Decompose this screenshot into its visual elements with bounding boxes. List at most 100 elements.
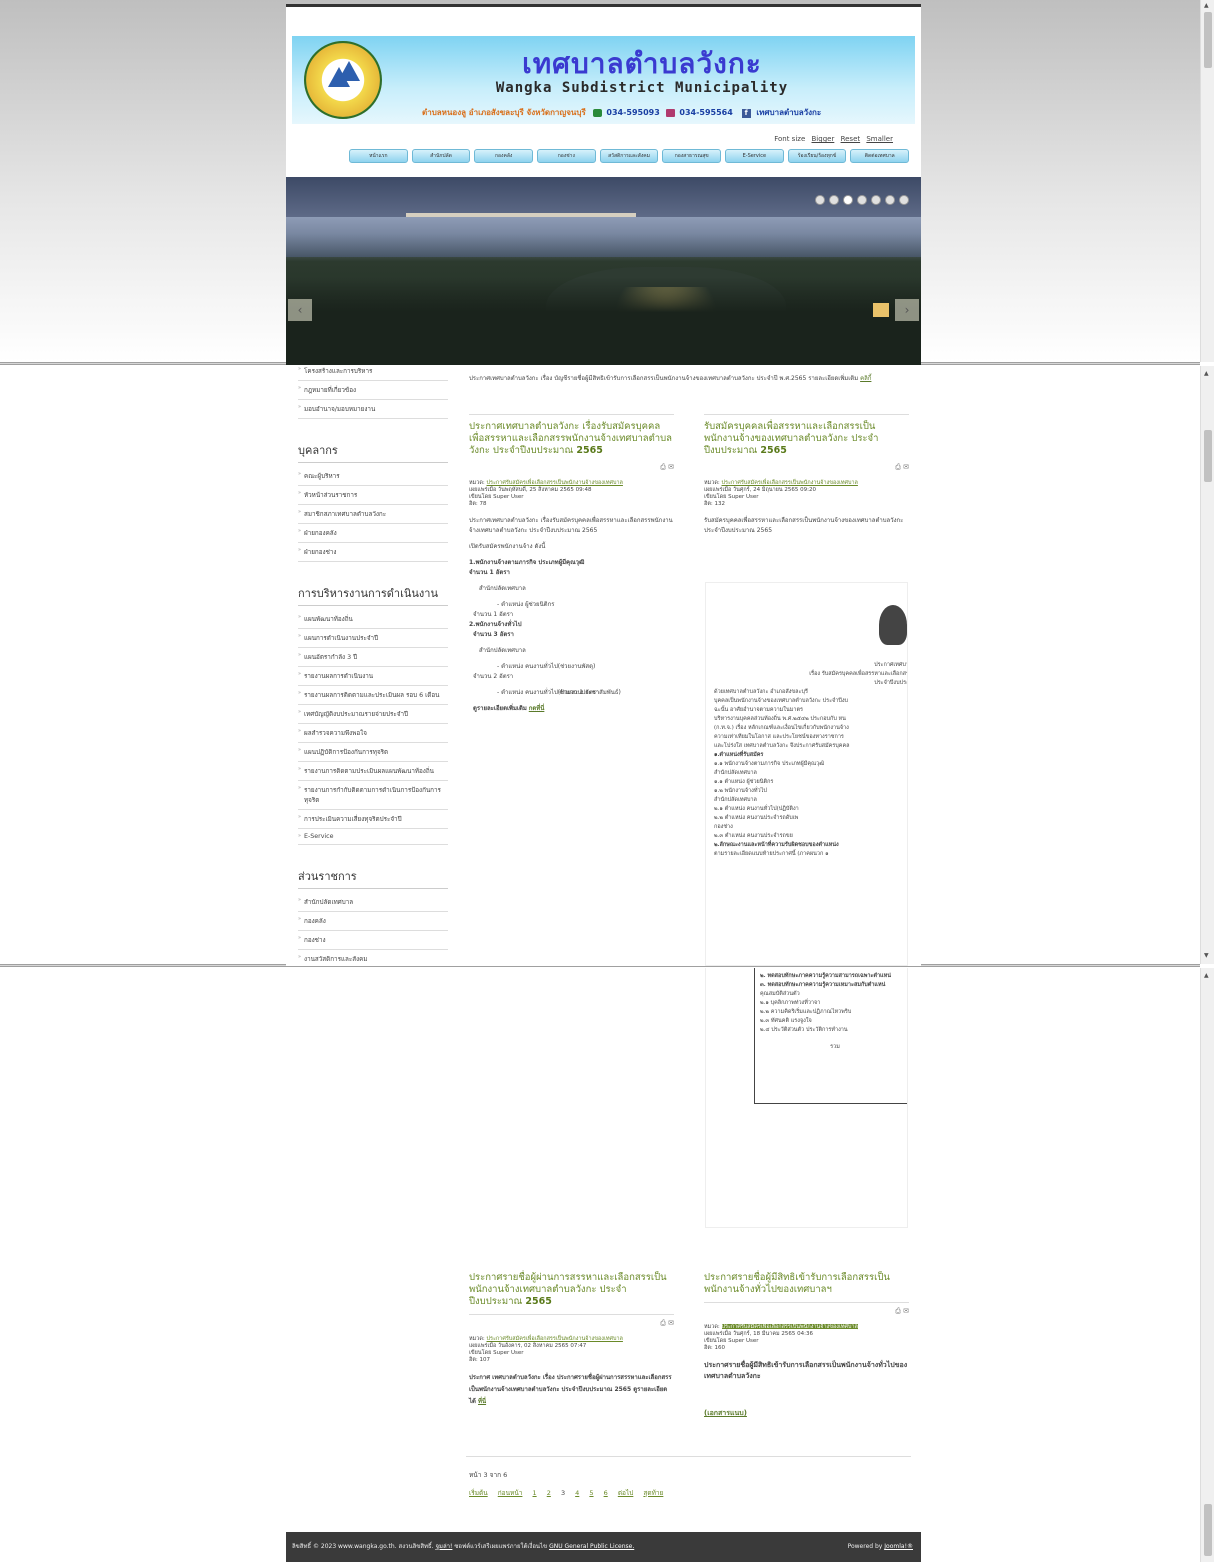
- article-body-link[interactable]: ที่นี่: [478, 1398, 486, 1405]
- sidebar-item[interactable]: ฝ่ายกองช่าง: [298, 543, 448, 562]
- scroll-up-icon[interactable]: ▲: [1204, 370, 1209, 377]
- scroll-up-icon[interactable]: ▲: [1204, 2, 1209, 9]
- sidebar-item[interactable]: รายงานการติดตามประเมินผลแผนพัฒนาท้องถิ่น: [298, 762, 448, 781]
- slider-dot[interactable]: [829, 195, 839, 205]
- sidebar-item[interactable]: สมาชิกสภาเทศบาลตำบลวังกะ: [298, 505, 448, 524]
- sidebar-item[interactable]: ผลสำรวจความพึงพอใจ: [298, 724, 448, 743]
- nav-item-contact[interactable]: ติดต่อเทศบาล: [850, 149, 910, 163]
- email-icon[interactable]: ✉: [668, 1319, 674, 1327]
- sidebar-item[interactable]: กองช่าง: [298, 931, 448, 950]
- position-name: - ตำแหน่ง ผู้ช่วยนิติกร: [497, 601, 555, 608]
- slider-prev-icon[interactable]: ‹: [288, 299, 312, 321]
- phone-number: 034-595093: [606, 108, 660, 117]
- footer-joomla-link[interactable]: Joomla!®: [884, 1543, 913, 1550]
- font-size-label: Font size: [774, 135, 806, 143]
- pager-page-4[interactable]: 4: [575, 1489, 579, 1497]
- scroll-thumb[interactable]: [1204, 430, 1212, 482]
- scrollbar[interactable]: ▲ ▼: [1200, 366, 1214, 964]
- sidebar-item[interactable]: สำนักปลัดเทศบาล: [298, 893, 448, 912]
- sidebar-item[interactable]: กองคลัง: [298, 912, 448, 931]
- font-reset-link[interactable]: Reset: [841, 135, 861, 143]
- pager-page-5[interactable]: 5: [589, 1489, 593, 1497]
- category-link[interactable]: ประกาศรับสมัครเพื่อเลือกสรรเป็นพนักงานจ้…: [487, 1336, 623, 1342]
- article-title[interactable]: ประกาศรายชื่อผู้ผ่านการสรรหาและเลือกสรรเ…: [469, 1266, 674, 1308]
- image-slider[interactable]: ‹ ›: [286, 177, 921, 365]
- print-icon[interactable]: ⎙: [895, 1307, 901, 1315]
- sidebar-item[interactable]: แผนอัตรากำลัง 3 ปี: [298, 648, 448, 667]
- category-link[interactable]: ประกาศรับสมัครเพื่อเลือกสรรเป็นพนักงานจ้…: [722, 480, 858, 486]
- scrollbar[interactable]: ▲: [1200, 0, 1214, 362]
- pager-start[interactable]: เริ่มต้น: [469, 1489, 488, 1497]
- sidebar-item[interactable]: งานสวัสดิการและสังคม: [298, 950, 448, 969]
- sidebar-item[interactable]: การประเมินความเสี่ยงทุจริตประจำปี: [298, 810, 448, 829]
- sidebar-item[interactable]: รายงานการกำกับติดตามการดำเนินการป้องกันก…: [298, 781, 448, 810]
- category-link[interactable]: ประกาศรับสมัครเพื่อเลือกสรรเป็นพนักงานจ้…: [721, 1324, 858, 1330]
- category-label: หมวด:: [469, 1336, 485, 1342]
- nav-item-health[interactable]: กองสาธารณสุข: [662, 149, 722, 163]
- nav-item-eservice[interactable]: E-Service: [725, 149, 784, 163]
- pager-next[interactable]: ต่อไป: [618, 1489, 634, 1497]
- municipality-logo-icon[interactable]: [304, 41, 382, 119]
- pager-end[interactable]: สุดท้าย: [643, 1489, 663, 1497]
- announcement-document-image[interactable]: ประกาศเทศบา เรื่อง รับสมัครบุคคลเพื่อสรรห…: [705, 582, 908, 966]
- scroll-thumb[interactable]: [1204, 1504, 1212, 1556]
- announcement-document-image-continued[interactable]: ๒. ทดสอบทักษะภาคความรู้ความสามารถเฉพาะตำ…: [705, 968, 908, 1228]
- pager-page-1[interactable]: 1: [533, 1489, 537, 1497]
- intro-link[interactable]: คลิกี้: [860, 375, 871, 382]
- document-line: กองช่าง: [714, 824, 733, 830]
- print-icon[interactable]: ⎙: [895, 463, 901, 471]
- sidebar-item[interactable]: มอบอำนาจ/มอบหมายงาน: [298, 400, 448, 419]
- scrollbar[interactable]: ▲: [1200, 968, 1214, 1562]
- document-line: ๒.๓ ตำแหน่ง คนงานประจำรถขย: [714, 833, 793, 839]
- sidebar-item[interactable]: กฎหมายที่เกี่ยวข้อง: [298, 381, 448, 400]
- sidebar-item[interactable]: แผนพัฒนาท้องถิ่น: [298, 610, 448, 629]
- slider-dot[interactable]: [899, 195, 909, 205]
- pager-page-6[interactable]: 6: [604, 1489, 608, 1497]
- nav-item-welfare[interactable]: สวัสดิการและสังคม: [599, 149, 659, 163]
- sidebar-item[interactable]: รายงานผลการดำเนินงาน: [298, 667, 448, 686]
- more-link[interactable]: กดที่นี่: [529, 705, 545, 712]
- sidebar-item[interactable]: โครงสร้างและการบริหาร: [298, 362, 448, 381]
- footer-license-link[interactable]: GNU General Public License.: [549, 1543, 634, 1550]
- category-link[interactable]: ประกาศรับสมัครเพื่อเลือกสรรเป็นพนักงานจ้…: [487, 480, 623, 486]
- footer-joomla-free-link[interactable]: จูมล่า!: [435, 1543, 452, 1550]
- font-bigger-link[interactable]: Bigger: [812, 135, 835, 143]
- nav-item-home[interactable]: หน้าแรก: [349, 149, 408, 163]
- article-title[interactable]: ประกาศเทศบาลตำบลวังกะ เรื่องรับสมัครบุคค…: [469, 414, 674, 457]
- sidebar-item[interactable]: ฝ่ายกองคลัง: [298, 524, 448, 543]
- scroll-thumb[interactable]: [1204, 12, 1212, 68]
- email-icon[interactable]: ✉: [903, 463, 909, 471]
- slider-next-icon[interactable]: ›: [895, 299, 919, 321]
- pager-prev[interactable]: ก่อนหน้า: [498, 1489, 523, 1497]
- document-line: ประกาศเทศบา: [874, 662, 908, 668]
- attachment-link[interactable]: (เอกสารแนบ): [704, 1409, 747, 1417]
- print-icon[interactable]: ⎙: [660, 1319, 666, 1327]
- slider-dot[interactable]: [857, 195, 867, 205]
- article-title[interactable]: รับสมัครบุคคลเพื่อสรรหาและเลือกสรรเป็นพน…: [704, 414, 909, 457]
- slider-dot[interactable]: [885, 195, 895, 205]
- nav-item-engineering[interactable]: กองช่าง: [537, 149, 596, 163]
- sidebar-item[interactable]: แผนปฏิบัติการป้องกันการทุจริต: [298, 743, 448, 762]
- scroll-down-icon[interactable]: ▼: [1204, 952, 1209, 959]
- sidebar-item[interactable]: เทศบัญญัติงบประมาณรายจ่ายประจำปี: [298, 705, 448, 724]
- nav-item-finance[interactable]: กองคลัง: [474, 149, 534, 163]
- font-smaller-link[interactable]: Smaller: [866, 135, 893, 143]
- facebook-link[interactable]: เทศบาลตำบลวังกะ: [756, 108, 821, 117]
- nav-item-office[interactable]: สำนักปลัด: [411, 149, 471, 163]
- slider-dot[interactable]: [815, 195, 825, 205]
- sidebar-item[interactable]: หัวหน้าส่วนราชการ: [298, 486, 448, 505]
- email-icon[interactable]: ✉: [903, 1307, 909, 1315]
- print-icon[interactable]: ⎙: [660, 463, 666, 471]
- scroll-up-icon[interactable]: ▲: [1204, 972, 1209, 979]
- facebook-icon[interactable]: f: [741, 109, 751, 118]
- nav-item-complaint[interactable]: ร้องเรียน/ร้องทุกข์: [787, 149, 847, 163]
- pager-page-2[interactable]: 2: [547, 1489, 551, 1497]
- slider-dot[interactable]: [871, 195, 881, 205]
- sidebar-item[interactable]: รายงานผลการติดตามและประเมินผล รอบ 6 เดือ…: [298, 686, 448, 705]
- email-icon[interactable]: ✉: [668, 463, 674, 471]
- sidebar-item[interactable]: E-Service: [298, 829, 448, 845]
- article-title[interactable]: ประกาศรายชื่อผู้มีสิทธิเข้ารับการเลือกสร…: [704, 1266, 909, 1296]
- slider-dot[interactable]: [843, 195, 853, 205]
- sidebar-item[interactable]: แผนการดำเนินงานประจำปี: [298, 629, 448, 648]
- sidebar-item[interactable]: คณะผู้บริหาร: [298, 467, 448, 486]
